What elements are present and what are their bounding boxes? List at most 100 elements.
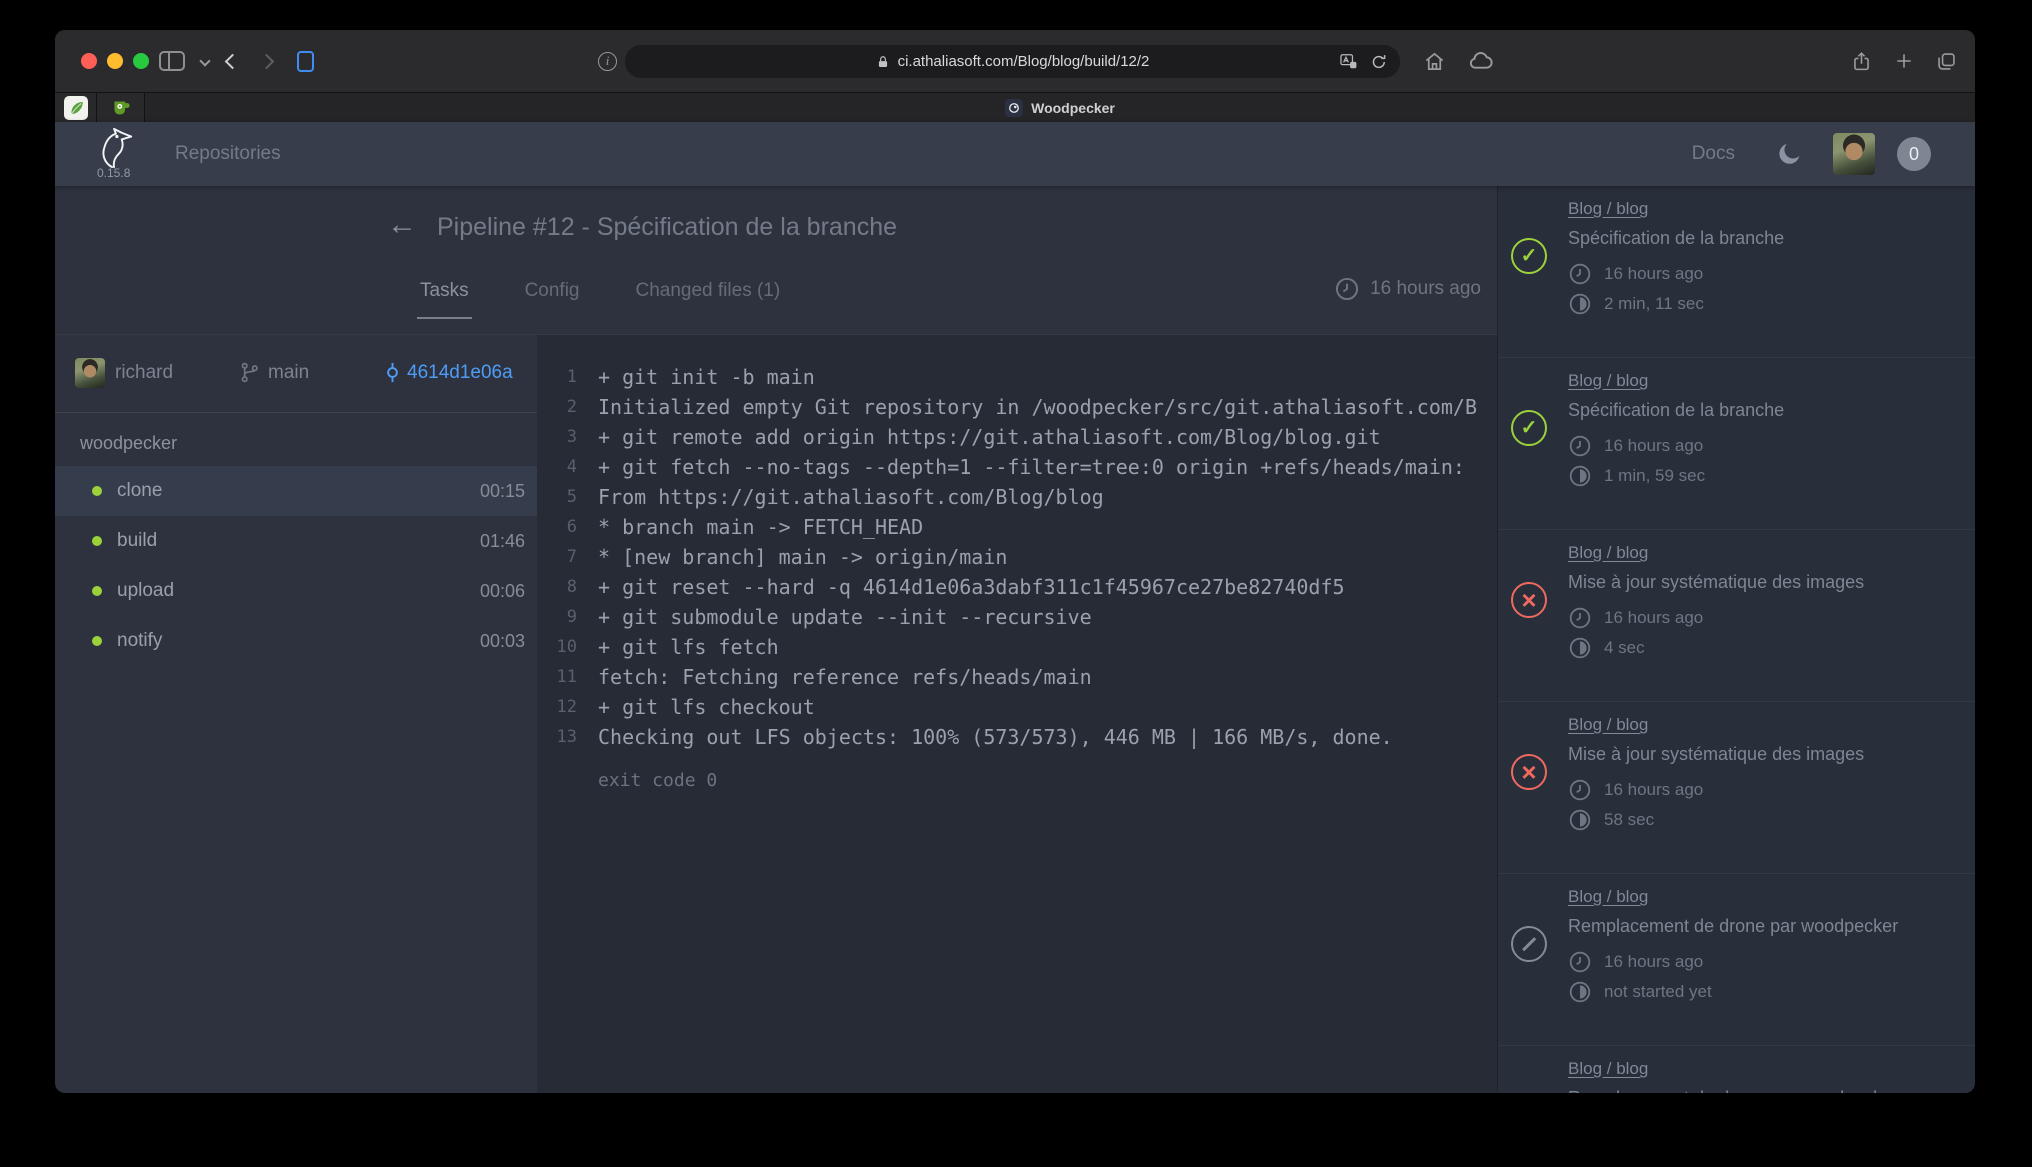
home-button[interactable] [1423,30,1446,92]
log-line-text: + git init -b main [598,362,815,392]
repo-link[interactable]: Blog / blog [1568,715,1648,734]
log-line-number: 5 [537,482,577,512]
moon-icon [1776,141,1803,168]
log-line: 5 From https://git.athaliasoft.com/Blog/… [537,482,1497,512]
nav-repositories[interactable]: Repositories [175,122,281,186]
step-duration: 00:03 [480,631,525,652]
new-tab-icon[interactable] [1894,51,1914,71]
pipeline-created-row: 16 hours ago [1568,262,1965,286]
browser-window: i ci.athaliasoft.com/Blog/blog/build/12/… [55,30,1975,1093]
share-icon[interactable] [1851,50,1872,73]
page-info-button[interactable]: i [598,30,617,92]
repo-link[interactable]: Blog / blog [1568,887,1648,906]
repo-link[interactable]: Blog / blog [1568,1059,1648,1078]
pinned-tab-gitea[interactable] [97,93,145,122]
address-bar[interactable]: ci.athaliasoft.com/Blog/blog/build/12/2 [625,45,1400,78]
pipeline-list-item[interactable]: ✓ Blog / blog Spécification de la branch… [1498,186,1975,358]
step-label: clone [117,480,162,502]
repo-link[interactable]: Blog / blog [1568,543,1648,562]
clock-icon [1568,262,1592,286]
teacup-icon [111,99,131,117]
active-browser-tab[interactable]: Woodpecker [145,93,1975,122]
back-button[interactable] [227,30,238,92]
tab-config[interactable]: Config [522,280,583,319]
forward-button[interactable] [261,30,272,92]
chevron-down-icon [199,55,210,66]
step-label: build [117,530,157,552]
log-line-text: Initialized empty Git repository in /woo… [598,392,1477,422]
pipeline-list-item[interactable]: Blog / blog Remplacement de drone par wo… [1498,1046,1975,1093]
user-avatar[interactable] [1833,133,1875,175]
pipeline-message: Mise à jour systématique des images [1568,572,1965,593]
minimize-window-button[interactable] [107,53,123,69]
step-duration: 00:06 [480,581,525,602]
home-icon [1423,50,1446,73]
translate-icon[interactable] [1339,52,1358,71]
pipeline-list-item[interactable]: ✓ Blog / blog Spécification de la branch… [1498,358,1975,530]
pipeline-step[interactable]: notify 00:03 [55,616,537,666]
pipeline-duration-row: 1 min, 59 sec [1568,464,1965,488]
pipeline-duration-text: 4 sec [1604,638,1645,658]
sidebar-icon [159,51,185,71]
tab-bar: Woodpecker [55,92,1975,122]
pipeline-title: Pipeline #12 - Spécification de la branc… [437,213,897,242]
theme-toggle[interactable] [1776,141,1803,168]
nav-docs[interactable]: Docs [1692,122,1735,186]
created-at-text: 16 hours ago [1370,278,1481,300]
pipeline-step[interactable]: upload 00:06 [55,566,537,616]
pinned-tab-leaf[interactable] [55,93,97,122]
pipeline-list-item[interactable]: Blog / blog Remplacement de drone par wo… [1498,874,1975,1046]
pipeline-duration-row: 2 min, 11 sec [1568,292,1965,316]
zoom-window-button[interactable] [133,53,149,69]
step-duration: 00:15 [480,481,525,502]
duration-icon [1568,808,1592,832]
log-line-number: 1 [537,362,577,392]
log-line-text: From https://git.athaliasoft.com/Blog/bl… [598,482,1104,512]
close-window-button[interactable] [81,53,97,69]
step-status-dot [92,486,102,496]
woodpecker-logo[interactable] [93,127,137,169]
tab-tasks[interactable]: Tasks [417,280,472,319]
pipeline-tabs: Tasks Config Changed files (1) [417,280,783,319]
step-status-dot [92,636,102,646]
tab-changed-files[interactable]: Changed files (1) [633,280,784,319]
pipeline-step[interactable]: build 01:46 [55,516,537,566]
repo-link[interactable]: Blog / blog [1568,371,1648,390]
commit-hash-link[interactable]: 4614d1e06a [407,362,513,384]
extension-button[interactable] [297,30,314,92]
log-line-number: 9 [537,602,577,632]
log-line-number: 12 [537,692,577,722]
pipeline-status-icon: ✓ [1511,238,1547,274]
pipeline-duration-text: 1 min, 59 sec [1604,466,1705,486]
pipeline-step[interactable]: clone 00:15 [55,466,537,516]
document-icon [297,51,314,72]
log-line-text: + git submodule update --init --recursiv… [598,602,1092,632]
leaf-icon [64,96,88,120]
pipeline-created-row: 16 hours ago [1568,606,1965,630]
notification-badge[interactable]: 0 [1897,137,1931,171]
pipeline-list-item[interactable]: × Blog / blog Mise à jour systématique d… [1498,530,1975,702]
reload-icon[interactable] [1370,53,1388,71]
duration-icon [1568,980,1592,1004]
pipeline-created-row: 16 hours ago [1568,434,1965,458]
log-line: 12 + git lfs checkout [537,692,1497,722]
pipeline-list-item[interactable]: × Blog / blog Mise à jour systématique d… [1498,702,1975,874]
pipeline-duration-text: not started yet [1604,982,1712,1002]
step-label: upload [117,580,174,602]
step-status-dot [92,536,102,546]
step-list: clone 00:15 build 01:46 upload 00:06 not… [55,466,537,666]
lock-icon [876,55,890,69]
sidebar-toggle-button[interactable] [159,30,185,92]
tab-group-chevron[interactable] [201,30,209,92]
woodpecker-favicon [1005,99,1023,117]
icloud-tabs-button[interactable] [1467,30,1494,92]
repo-link[interactable]: Blog / blog [1568,199,1648,218]
log-line-number: 8 [537,572,577,602]
pipeline-created-text: 16 hours ago [1604,780,1703,800]
tab-overview-icon[interactable] [1936,51,1957,72]
log-line-number: 3 [537,422,577,452]
pipeline-created-text: 16 hours ago [1604,608,1703,628]
pipeline-duration-row: 58 sec [1568,808,1965,832]
log-lines: 1 + git init -b main 2 Initialized empty… [537,362,1497,752]
back-arrow-button[interactable]: ← [387,208,417,242]
